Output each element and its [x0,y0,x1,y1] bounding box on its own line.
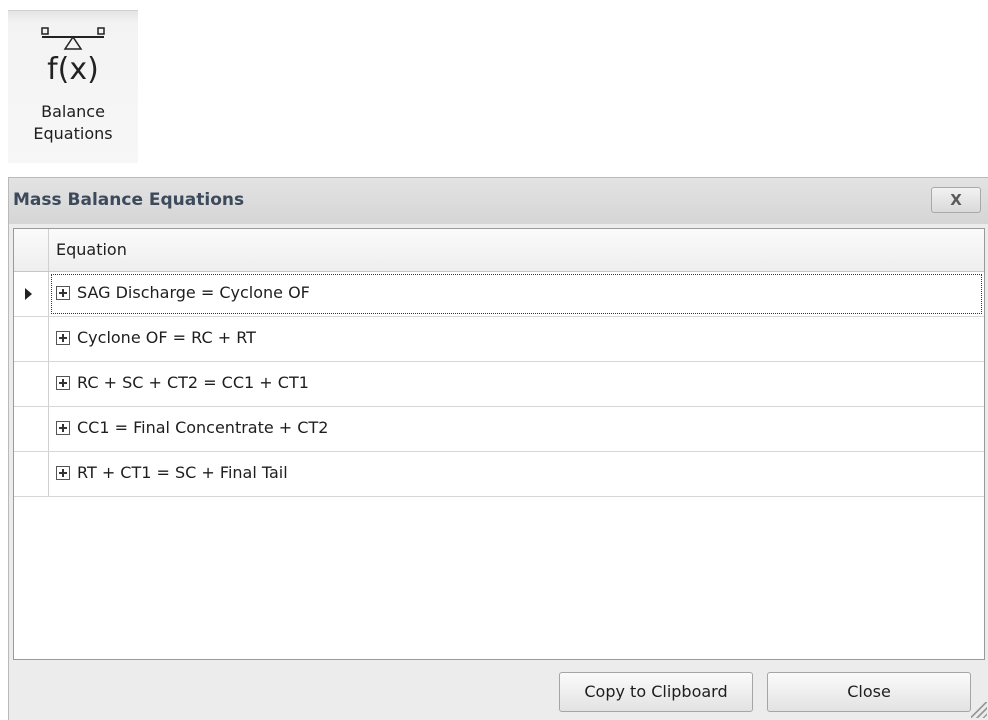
ribbon-button-label-line1: Balance [41,102,105,121]
row-indicator [14,452,49,496]
expand-plus-icon[interactable] [56,376,70,390]
mass-balance-dialog: Mass Balance Equations X Equation SAG Di… [8,177,988,720]
equation-cell[interactable]: Cyclone OF = RC + RT [49,317,984,361]
equation-text: SAG Discharge = Cyclone OF [77,283,310,302]
close-icon[interactable]: X [931,187,981,213]
row-indicator [14,407,49,451]
row-indicator [14,317,49,361]
equation-text: CC1 = Final Concentrate + CT2 [77,418,329,437]
expand-plus-icon[interactable] [56,421,70,435]
equation-cell[interactable]: RT + CT1 = SC + Final Tail [49,452,984,496]
resize-grip-icon[interactable] [971,702,987,718]
table-row[interactable]: SAG Discharge = Cyclone OF [14,272,984,317]
dialog-title: Mass Balance Equations [13,190,245,210]
expand-plus-icon[interactable] [56,331,70,345]
equation-cell[interactable]: SAG Discharge = Cyclone OF [49,272,984,316]
row-indicator [14,362,49,406]
equation-text: RC + SC + CT2 = CC1 + CT1 [77,373,309,392]
balance-equations-button[interactable]: f(x) Balance Equations [8,10,138,163]
table-row[interactable]: Cyclone OF = RC + RT [14,317,984,362]
expand-plus-icon[interactable] [56,466,70,480]
equation-text: Cyclone OF = RC + RT [77,328,256,347]
expand-plus-icon[interactable] [56,286,70,300]
equation-cell[interactable]: CC1 = Final Concentrate + CT2 [49,407,984,451]
close-button[interactable]: Close [767,672,971,712]
equation-cell[interactable]: RC + SC + CT2 = CC1 + CT1 [49,362,984,406]
grid-header: Equation [14,229,984,272]
dialog-titlebar[interactable]: Mass Balance Equations X [9,178,988,224]
column-header-equation[interactable]: Equation [56,240,127,259]
row-indicator [14,272,49,316]
copy-to-clipboard-button[interactable]: Copy to Clipboard [559,672,753,712]
row-indicator-header [14,229,49,271]
table-row[interactable]: RT + CT1 = SC + Final Tail [14,452,984,497]
current-row-arrow-icon [25,288,32,300]
table-row[interactable]: CC1 = Final Concentrate + CT2 [14,407,984,452]
balance-equation-icon: f(x) [41,27,105,87]
ribbon-button-label-line2: Equations [33,124,113,143]
equation-text: RT + CT1 = SC + Final Tail [77,463,288,482]
table-row[interactable]: RC + SC + CT2 = CC1 + CT1 [14,362,984,407]
svg-text:f(x): f(x) [47,52,99,87]
equations-grid[interactable]: Equation SAG Discharge = Cyclone OF Cycl… [13,228,985,660]
